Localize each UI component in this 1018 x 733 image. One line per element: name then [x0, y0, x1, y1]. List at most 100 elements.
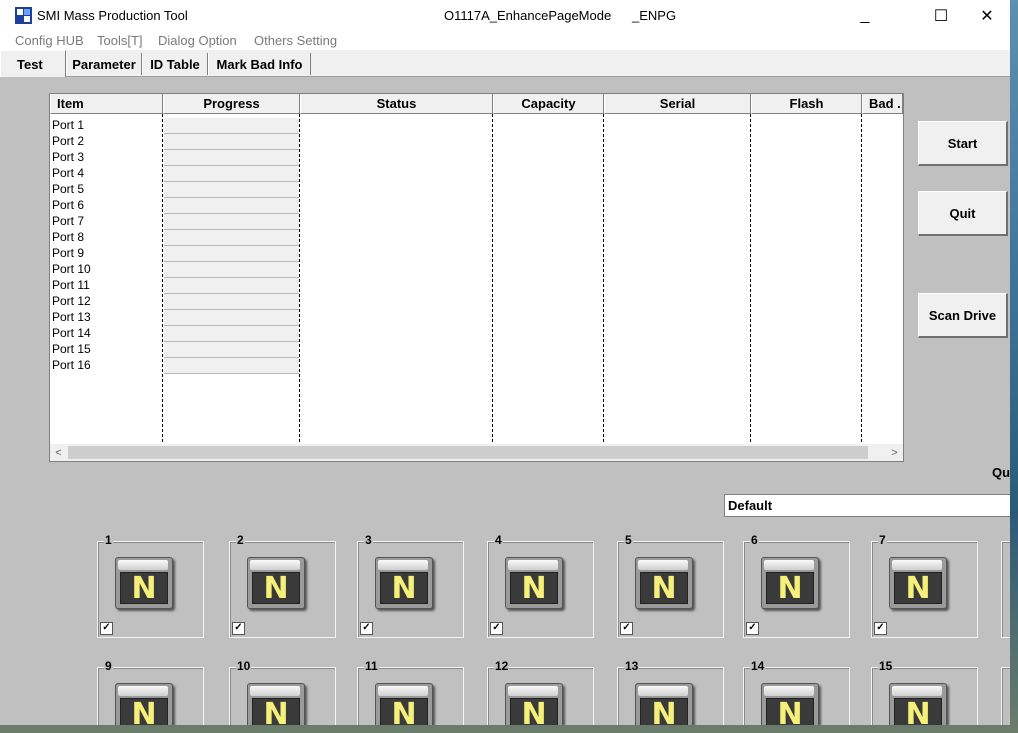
- drive-status-letter: N: [905, 571, 931, 606]
- drive-icon-top: [118, 560, 168, 570]
- menu-dialog-option[interactable]: Dialog Option: [158, 33, 237, 48]
- menu-others-setting[interactable]: Others Setting: [254, 33, 337, 48]
- config-select[interactable]: Default: [724, 494, 1010, 517]
- list-item[interactable]: Port 2: [52, 133, 84, 149]
- port-number: 10: [236, 659, 252, 673]
- drive-icon: N: [115, 683, 173, 725]
- port-enable-checkbox[interactable]: ✓: [360, 622, 373, 635]
- menu-tools[interactable]: Tools[T]: [97, 33, 143, 48]
- drive-icon: N: [375, 557, 433, 609]
- title-bar[interactable]: SMI Mass Production Tool O1117A_EnhanceP…: [0, 0, 1010, 31]
- col-capacity[interactable]: Capacity: [493, 94, 604, 114]
- minimize-button[interactable]: _: [842, 0, 888, 31]
- list-item[interactable]: Port 5: [52, 181, 84, 197]
- close-button[interactable]: ✕: [964, 0, 1010, 31]
- port-number: 12: [494, 659, 510, 673]
- list-item[interactable]: Port 14: [52, 325, 91, 341]
- port-list[interactable]: Item Progress Status Capacity Serial Fla…: [49, 93, 904, 462]
- drive-icon-top: [378, 686, 428, 696]
- port-slot[interactable]: 7 N ✓: [871, 533, 978, 638]
- list-item[interactable]: Port 16: [52, 357, 91, 373]
- quit-button[interactable]: Quit: [918, 191, 1008, 236]
- list-item[interactable]: Port 15: [52, 341, 91, 357]
- port-slot[interactable]: 12N✓: [487, 659, 594, 725]
- col-bad[interactable]: Bad .: [862, 94, 903, 114]
- tab-test[interactable]: Test: [0, 50, 66, 77]
- col-progress[interactable]: Progress: [163, 94, 300, 114]
- tab-parameter[interactable]: Parameter: [66, 53, 142, 75]
- port-slot[interactable]: 9N✓: [97, 659, 204, 725]
- drive-icon: N: [115, 557, 173, 609]
- scan-drive-button[interactable]: Scan Drive: [918, 293, 1008, 338]
- list-item[interactable]: Port 11: [52, 277, 90, 293]
- window-mode: O1117A_EnhancePageMode: [444, 8, 612, 23]
- col-item[interactable]: Item: [50, 94, 163, 114]
- port-enable-checkbox[interactable]: ✓: [620, 622, 633, 635]
- drive-status-letter: N: [131, 697, 157, 726]
- port-enable-checkbox[interactable]: ✓: [490, 622, 503, 635]
- port-number: 11: [364, 659, 379, 673]
- list-item[interactable]: Port 4: [52, 165, 84, 181]
- port-slot[interactable]: 2 N ✓: [229, 533, 336, 638]
- drive-status-letter: N: [263, 571, 289, 606]
- app-icon: [15, 7, 32, 24]
- drive-icon: N: [375, 683, 433, 725]
- port-number: 6: [750, 533, 759, 547]
- tab-id-table[interactable]: ID Table: [142, 53, 208, 75]
- window-suffix: _ENPG: [632, 8, 677, 23]
- port-slot[interactable]: 14N✓: [743, 659, 850, 725]
- port-slot-partial[interactable]: [1001, 541, 1010, 638]
- col-status[interactable]: Status: [300, 94, 493, 114]
- list-item[interactable]: Port 6: [52, 197, 84, 213]
- drive-icon: N: [247, 557, 305, 609]
- list-item[interactable]: Port 8: [52, 229, 84, 245]
- col-serial[interactable]: Serial: [604, 94, 751, 114]
- scroll-right-icon[interactable]: >: [886, 444, 903, 461]
- drive-status-letter: N: [905, 697, 931, 726]
- progress-bar: [164, 358, 299, 374]
- drive-icon: N: [505, 557, 563, 609]
- port-slot-partial[interactable]: [1001, 667, 1010, 725]
- col-flash[interactable]: Flash: [751, 94, 862, 114]
- list-item[interactable]: Port 9: [52, 245, 84, 261]
- port-number: 7: [878, 533, 887, 547]
- list-item[interactable]: Port 1: [52, 117, 84, 133]
- scroll-left-icon[interactable]: <: [50, 444, 67, 461]
- port-number: 13: [624, 659, 640, 673]
- port-enable-checkbox[interactable]: ✓: [100, 622, 113, 635]
- port-slot[interactable]: 5 N ✓: [617, 533, 724, 638]
- port-slot[interactable]: 11N✓: [357, 659, 464, 725]
- drive-icon-top: [250, 686, 300, 696]
- port-slot[interactable]: 15N✓: [871, 659, 978, 725]
- list-item[interactable]: Port 3: [52, 149, 84, 165]
- port-slot[interactable]: 4 N ✓: [487, 533, 594, 638]
- list-item[interactable]: Port 10: [52, 261, 91, 277]
- drive-icon-top: [508, 686, 558, 696]
- port-slot[interactable]: 3 N ✓: [357, 533, 464, 638]
- port-enable-checkbox[interactable]: ✓: [746, 622, 759, 635]
- scroll-thumb[interactable]: [68, 446, 868, 459]
- drive-icon-top: [892, 560, 942, 570]
- port-slot[interactable]: 10N✓: [229, 659, 336, 725]
- port-slot[interactable]: 13N✓: [617, 659, 724, 725]
- drive-status-letter: N: [521, 571, 547, 606]
- port-enable-checkbox[interactable]: ✓: [874, 622, 887, 635]
- menu-config-hub[interactable]: Config HUB: [15, 33, 84, 48]
- list-item[interactable]: Port 12: [52, 293, 91, 309]
- port-enable-checkbox[interactable]: ✓: [232, 622, 245, 635]
- progress-bar: [164, 150, 299, 166]
- tab-bar: Test Parameter ID Table Mark Bad Info: [0, 50, 1010, 77]
- drive-status-letter: N: [131, 571, 157, 606]
- horizontal-scrollbar[interactable]: < >: [50, 444, 903, 461]
- drive-icon: N: [889, 683, 947, 725]
- start-button[interactable]: Start: [918, 121, 1008, 166]
- column-separator: [861, 114, 862, 442]
- port-slot[interactable]: 6 N ✓: [743, 533, 850, 638]
- drive-icon: N: [761, 683, 819, 725]
- maximize-button[interactable]: ☐: [918, 0, 964, 31]
- tab-mark-bad-info[interactable]: Mark Bad Info: [208, 53, 311, 75]
- progress-bar: [164, 166, 299, 182]
- list-item[interactable]: Port 7: [52, 213, 84, 229]
- list-item[interactable]: Port 13: [52, 309, 91, 325]
- port-slot[interactable]: 1 N ✓: [97, 533, 204, 638]
